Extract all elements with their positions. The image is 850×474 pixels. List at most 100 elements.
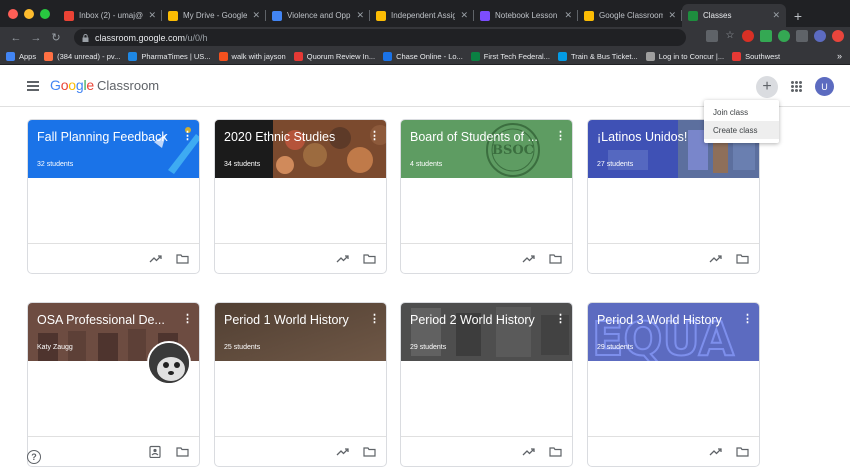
folder-icon[interactable] [736, 253, 749, 264]
card-footer [588, 243, 759, 273]
trending-icon[interactable] [336, 253, 349, 264]
close-tab-icon[interactable]: ✕ [668, 10, 676, 21]
extension-icon-green-dot[interactable] [778, 30, 790, 42]
class-title[interactable]: Period 2 World History [410, 313, 550, 327]
browser-tab[interactable]: Inbox (2) - umaj@osi ✕ [58, 4, 162, 27]
reload-icon[interactable]: ↻ [48, 31, 64, 44]
teacher-photo [147, 341, 191, 385]
class-title[interactable]: Period 3 World History [597, 313, 737, 327]
profile-icon[interactable] [814, 30, 826, 42]
class-card[interactable]: Period 2 World History 29 students ⋮ [400, 302, 573, 467]
more-bookmarks-button[interactable]: » [837, 51, 842, 61]
browser-tab[interactable]: Independent Assignm ✕ [370, 4, 474, 27]
class-card[interactable]: 2020 Ethnic Studies 34 students ⋮ [214, 119, 387, 274]
class-card[interactable]: Period 1 World History 25 students ⋮ [214, 302, 387, 467]
close-window-button[interactable] [8, 9, 18, 19]
google-apps-icon[interactable] [791, 81, 802, 92]
bookmark-star-icon[interactable]: ☆ [724, 30, 736, 42]
bookmark-item[interactable]: Chase Online - Lo... [383, 51, 463, 61]
class-card[interactable]: BSOC Board of Students of ... 4 students… [400, 119, 573, 274]
class-banner[interactable]: Fall Planning Feedback 32 students ⋮ [28, 120, 199, 178]
card-footer [215, 243, 386, 273]
back-icon[interactable]: ← [8, 32, 24, 44]
class-title[interactable]: Period 1 World History [224, 313, 364, 327]
close-tab-icon[interactable]: ✕ [460, 10, 468, 21]
trending-icon[interactable] [149, 253, 162, 264]
tab-favicon [64, 10, 74, 21]
bookmark-item[interactable]: Southwest [732, 51, 780, 61]
translate-icon[interactable] [706, 30, 718, 42]
dog-photo [149, 343, 189, 383]
browser-tab[interactable]: Google Classroom 10 ✕ [578, 4, 682, 27]
class-title[interactable]: Fall Planning Feedback [37, 130, 177, 144]
class-banner[interactable]: BSOC Board of Students of ... 4 students… [401, 120, 572, 178]
class-options-icon[interactable]: ⋮ [742, 314, 753, 325]
class-options-icon[interactable]: ⋮ [182, 314, 193, 325]
folder-icon[interactable] [176, 253, 189, 264]
main-menu-icon[interactable] [27, 81, 39, 91]
bookmark-item[interactable]: Apps [6, 51, 36, 61]
close-tab-icon[interactable]: ✕ [148, 10, 156, 21]
bookmark-item[interactable]: Quorum Review In... [293, 51, 375, 61]
class-title[interactable]: Board of Students of ... [410, 130, 550, 144]
class-options-icon[interactable]: ⋮ [555, 131, 566, 142]
classroom-logo[interactable]: Google Classroom [50, 77, 159, 93]
class-card[interactable]: OSA Professional De... Katy Zaugg ⋮ [27, 302, 200, 467]
trending-icon[interactable] [522, 446, 535, 457]
folder-icon[interactable] [176, 446, 189, 457]
extension-icon-grey[interactable] [796, 30, 808, 42]
class-title[interactable]: OSA Professional De... [37, 313, 177, 327]
class-banner[interactable]: EQUA Period 3 World History 29 students … [588, 303, 759, 361]
bookmarks-bar: Apps (384 unread) - pv... PharmaTimes | … [0, 48, 850, 65]
new-tab-button[interactable]: + [786, 4, 810, 27]
class-options-icon[interactable]: ⋮ [369, 314, 380, 325]
class-title[interactable]: 2020 Ethnic Studies [224, 130, 364, 144]
zoom-window-button[interactable] [40, 9, 50, 19]
browser-tab-active[interactable]: Classes ✕ [682, 4, 786, 27]
address-bar[interactable]: classroom.google.com/u/0/h [74, 29, 686, 46]
extension-icon-pink[interactable] [832, 30, 844, 42]
class-student-count: 32 students [37, 161, 74, 168]
assigned-work-icon[interactable] [149, 445, 161, 458]
trending-icon[interactable] [709, 253, 722, 264]
close-tab-icon[interactable]: ✕ [356, 10, 364, 21]
folder-icon[interactable] [549, 253, 562, 264]
close-tab-icon[interactable]: ✕ [564, 10, 572, 21]
close-tab-icon[interactable]: ✕ [772, 10, 780, 21]
folder-icon[interactable] [363, 446, 376, 457]
help-icon[interactable]: ? [27, 450, 41, 464]
bookmark-item[interactable]: Train & Bus Ticket... [557, 51, 638, 61]
trending-icon[interactable] [336, 446, 349, 457]
trending-icon[interactable] [709, 446, 722, 457]
create-class-menu-item[interactable]: Create class [704, 121, 779, 139]
extension-icon-green[interactable] [760, 30, 772, 42]
folder-icon[interactable] [549, 446, 562, 457]
browser-tab[interactable]: Violence and Oppres ✕ [266, 4, 370, 27]
close-tab-icon[interactable]: ✕ [252, 10, 260, 21]
trending-icon[interactable] [522, 253, 535, 264]
class-student-count: 25 students [224, 344, 261, 351]
account-avatar[interactable]: U [815, 77, 834, 96]
class-options-icon[interactable]: ⋮ [369, 131, 380, 142]
class-banner[interactable]: Period 2 World History 29 students ⋮ [401, 303, 572, 361]
bookmark-item[interactable]: (384 unread) - pv... [44, 51, 120, 61]
folder-icon[interactable] [363, 253, 376, 264]
forward-icon[interactable]: → [28, 32, 44, 44]
class-card[interactable]: EQUA Period 3 World History 29 students … [587, 302, 760, 467]
extension-icon-red[interactable] [742, 30, 754, 42]
bookmark-item[interactable]: walk with jayson [218, 51, 286, 61]
class-card[interactable]: Fall Planning Feedback 32 students ⋮ [27, 119, 200, 274]
class-banner[interactable]: Period 1 World History 25 students ⋮ [215, 303, 386, 361]
class-options-icon[interactable]: ⋮ [555, 314, 566, 325]
bookmark-item[interactable]: First Tech Federal... [470, 51, 550, 61]
minimize-window-button[interactable] [24, 9, 34, 19]
bookmark-item[interactable]: Log in to Concur |... [645, 51, 724, 61]
bookmark-item[interactable]: PharmaTimes | US... [128, 51, 211, 61]
browser-tab[interactable]: Notebook Lesson Go ✕ [474, 4, 578, 27]
class-options-icon[interactable]: ⋮ [182, 131, 193, 142]
add-class-button[interactable]: + [756, 76, 778, 98]
join-class-menu-item[interactable]: Join class [704, 103, 779, 121]
folder-icon[interactable] [736, 446, 749, 457]
browser-tab[interactable]: My Drive - Google Dr ✕ [162, 4, 266, 27]
class-banner[interactable]: 2020 Ethnic Studies 34 students ⋮ [215, 120, 386, 178]
